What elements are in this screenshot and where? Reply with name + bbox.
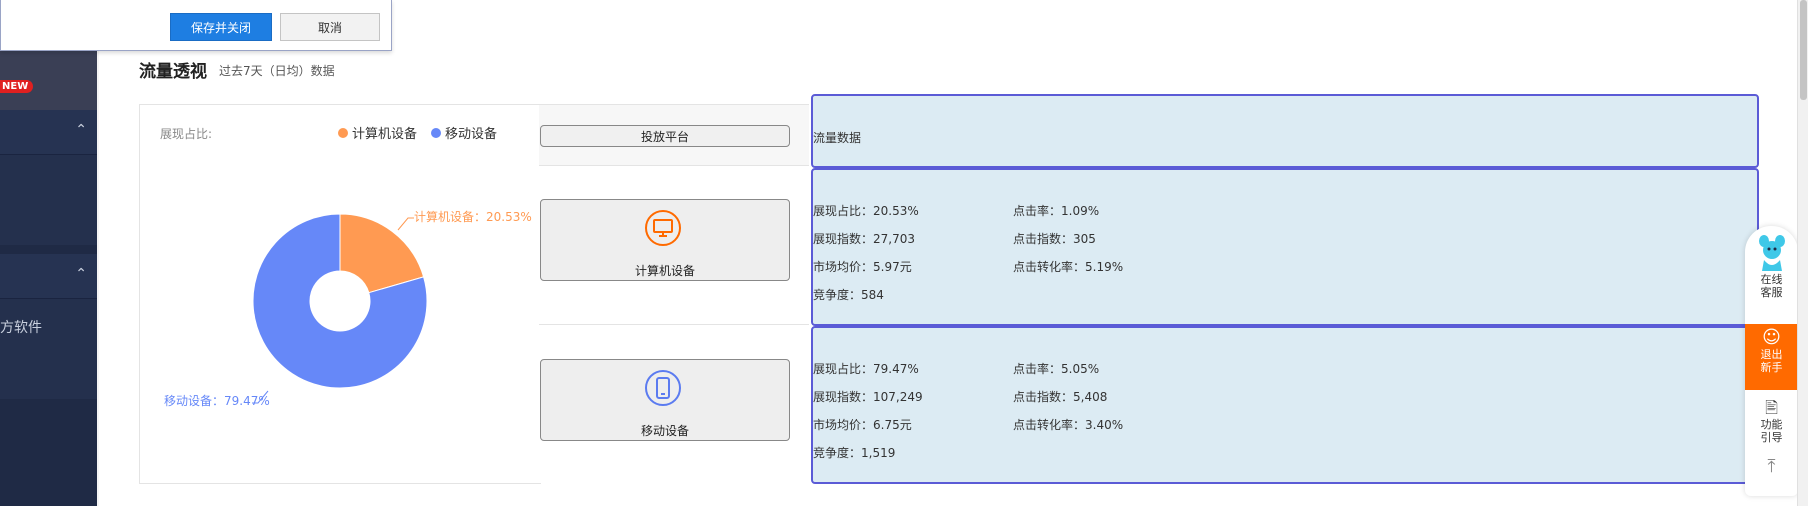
sidebar-group-2[interactable]: ⌃ (0, 254, 97, 299)
online-service-label: 在线 客服 (1760, 273, 1783, 299)
row-divider (539, 324, 809, 325)
stat-conversion-rate: 点击转化率：5.19% (1013, 260, 1124, 274)
stat-conversion-rate: 点击转化率：3.40% (1013, 418, 1124, 432)
stat-impression-share: 展现占比：79.47% (813, 362, 919, 376)
stat-impression-index: 展现指数：107,249 (813, 390, 923, 404)
sidebar: NEW ⌃ ⌃ 方软件 (0, 0, 97, 506)
stat-impression-index: 展现指数：27,703 (813, 232, 915, 246)
chevron-up-icon: ⌃ (75, 122, 87, 138)
stat-click-index: 点击指数：305 (1013, 232, 1096, 246)
dialog-footer: 保存并关闭 取消 (0, 0, 392, 51)
new-badge: NEW (0, 80, 34, 93)
feature-guide-button[interactable]: 🖹 功能 引导 (1745, 394, 1798, 452)
sidebar-group-1[interactable]: ⌃ (0, 110, 97, 155)
donut-chart: 计算机设备：20.53% 移动设备：79.47% (164, 209, 532, 408)
platform-column: 投放平台 计算机设备 移动设备 (539, 104, 809, 483)
sidebar-submenu-2 (0, 299, 97, 399)
platform-header-button[interactable]: 投放平台 (540, 125, 790, 147)
mascot-icon (1758, 235, 1785, 271)
checklist-icon: 🖹 (1765, 398, 1778, 417)
sidebar-item-software[interactable]: 方软件 (0, 317, 42, 337)
monitor-icon (645, 210, 681, 246)
feature-guide-label: 功能 引导 (1760, 418, 1783, 444)
floating-toolbar: 在线 客服 ☺ 退出 新手 🖹 功能 引导 ⤒ (1745, 226, 1798, 496)
online-service-button[interactable]: 在线 客服 (1745, 234, 1798, 299)
page-title: 流量透视 (139, 62, 207, 82)
stat-ctr: 点击率：5.05% (1013, 362, 1100, 376)
stat-market-price: 市场均价：5.97元 (813, 260, 912, 274)
computer-device-button[interactable]: 计算机设备 (540, 199, 790, 281)
arrow-up-icon: ⤒ (1767, 456, 1776, 477)
mobile-stats-panel: 展现占比：79.47% 展现指数：107,249 市场均价：6.75元 竞争度：… (811, 326, 1759, 484)
sidebar-submenu-1 (0, 155, 97, 245)
traffic-data-header-label: 流量数据 (813, 131, 862, 145)
device-label: 计算机设备 (634, 264, 695, 278)
stat-impression-share: 展现占比：20.53% (813, 204, 919, 218)
stat-click-index: 点击指数：5,408 (1013, 390, 1108, 404)
computer-stats-panel: 展现占比：20.53% 展现指数：27,703 市场均价：5.97元 竞争度：5… (811, 168, 1759, 326)
exit-guide-button[interactable]: ☺ 退出 新手 (1745, 324, 1798, 390)
chevron-up-icon: ⌃ (75, 266, 87, 282)
user-exit-icon: ☺ (1762, 327, 1781, 348)
stat-competition: 竞争度：584 (813, 288, 884, 302)
vertical-scrollbar[interactable] (1797, 0, 1808, 506)
back-to-top-button[interactable]: ⤒ (1745, 458, 1798, 490)
callout-computer: 计算机设备：20.53% (414, 209, 532, 224)
traffic-data-header: 流量数据 (811, 94, 1759, 168)
scrollbar-thumb[interactable] (1800, 0, 1807, 100)
stat-competition: 竞争度：1,519 (813, 446, 896, 460)
page-subtitle: 过去7天（日均）数据 (219, 64, 335, 78)
mobile-device-button[interactable]: 移动设备 (540, 359, 790, 441)
stat-market-price: 市场均价：6.75元 (813, 418, 912, 432)
stat-ctr: 点击率：1.09% (1013, 204, 1100, 218)
pie-chart-panel: 展现占比: 计算机设备 移动设备 计算机设备：20.53% 移动设备：79.47… (139, 104, 541, 484)
exit-guide-label: 退出 新手 (1760, 348, 1783, 374)
callout-line-computer (397, 217, 414, 231)
device-label: 移动设备 (640, 424, 689, 438)
platform-header-cell: 投放平台 (539, 105, 809, 166)
callout-mobile: 移动设备：79.47% (164, 394, 270, 408)
cancel-button[interactable]: 取消 (280, 13, 380, 41)
save-and-close-button[interactable]: 保存并关闭 (170, 13, 272, 41)
phone-icon (645, 370, 681, 406)
